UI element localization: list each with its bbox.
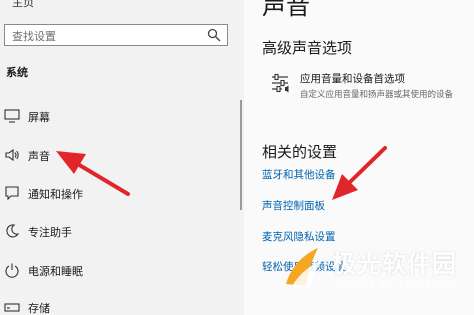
sidebar-item-notifications[interactable]: 通知和操作: [0, 178, 238, 208]
sidebar-item-display[interactable]: 屏幕: [0, 101, 238, 131]
advanced-sound-heading: 高级声音选项: [262, 39, 353, 57]
aurora-logo-icon: [286, 248, 322, 288]
storage-icon: [4, 303, 20, 312]
section-label-system: 系统: [6, 66, 28, 79]
app-volume-link[interactable]: 应用音量和设备首选项: [300, 71, 405, 86]
sidebar-item-label: 屏幕: [28, 111, 50, 124]
page-title: 声音: [262, 0, 310, 20]
search-icon[interactable]: [207, 28, 221, 42]
sidebar-item-label: 专注助手: [28, 226, 72, 239]
search-placeholder: 查找设置: [12, 30, 56, 43]
sound-control-panel-link[interactable]: 声音控制面板: [262, 198, 325, 213]
search-input[interactable]: 查找设置: [4, 24, 228, 46]
app-volume-description: 自定义应用音量和扬声器或其使用的设备: [300, 90, 454, 100]
sidebar-item-sound[interactable]: 声音: [0, 140, 238, 170]
sidebar-item-storage[interactable]: 存储: [0, 292, 238, 315]
sidebar-item-label: 通知和操作: [28, 188, 83, 201]
power-icon: [5, 263, 19, 278]
sidebar-item-focus-assist[interactable]: 专注助手: [0, 216, 238, 246]
sidebar-item-power-sleep[interactable]: 电源和睡眠: [0, 255, 238, 285]
watermark: 极光软件园 AURORA SOFTWARE PARK: [274, 236, 474, 314]
related-settings-heading: 相关的设置: [262, 143, 338, 161]
settings-sidebar: 主页 查找设置 系统 屏幕 声音 通知和操作 专注助手 电源和睡眠 存储: [0, 0, 244, 315]
sidebar-scrollbar[interactable]: [240, 100, 242, 210]
speaker-icon: [5, 148, 19, 162]
sidebar-item-label: 电源和睡眠: [28, 265, 83, 278]
sidebar-item-label: 声音: [28, 150, 50, 163]
home-nav-label[interactable]: 主页: [12, 0, 34, 10]
notification-icon: [5, 186, 19, 201]
sliders-icon: [272, 73, 289, 93]
bluetooth-devices-link[interactable]: 蓝牙和其他设备: [262, 167, 336, 182]
moon-icon: [6, 224, 20, 238]
monitor-icon: [4, 109, 20, 123]
watermark-name: 极光软件园: [332, 250, 457, 278]
sidebar-item-label: 存储: [28, 302, 50, 315]
watermark-subtitle: AURORA SOFTWARE PARK: [336, 280, 460, 289]
